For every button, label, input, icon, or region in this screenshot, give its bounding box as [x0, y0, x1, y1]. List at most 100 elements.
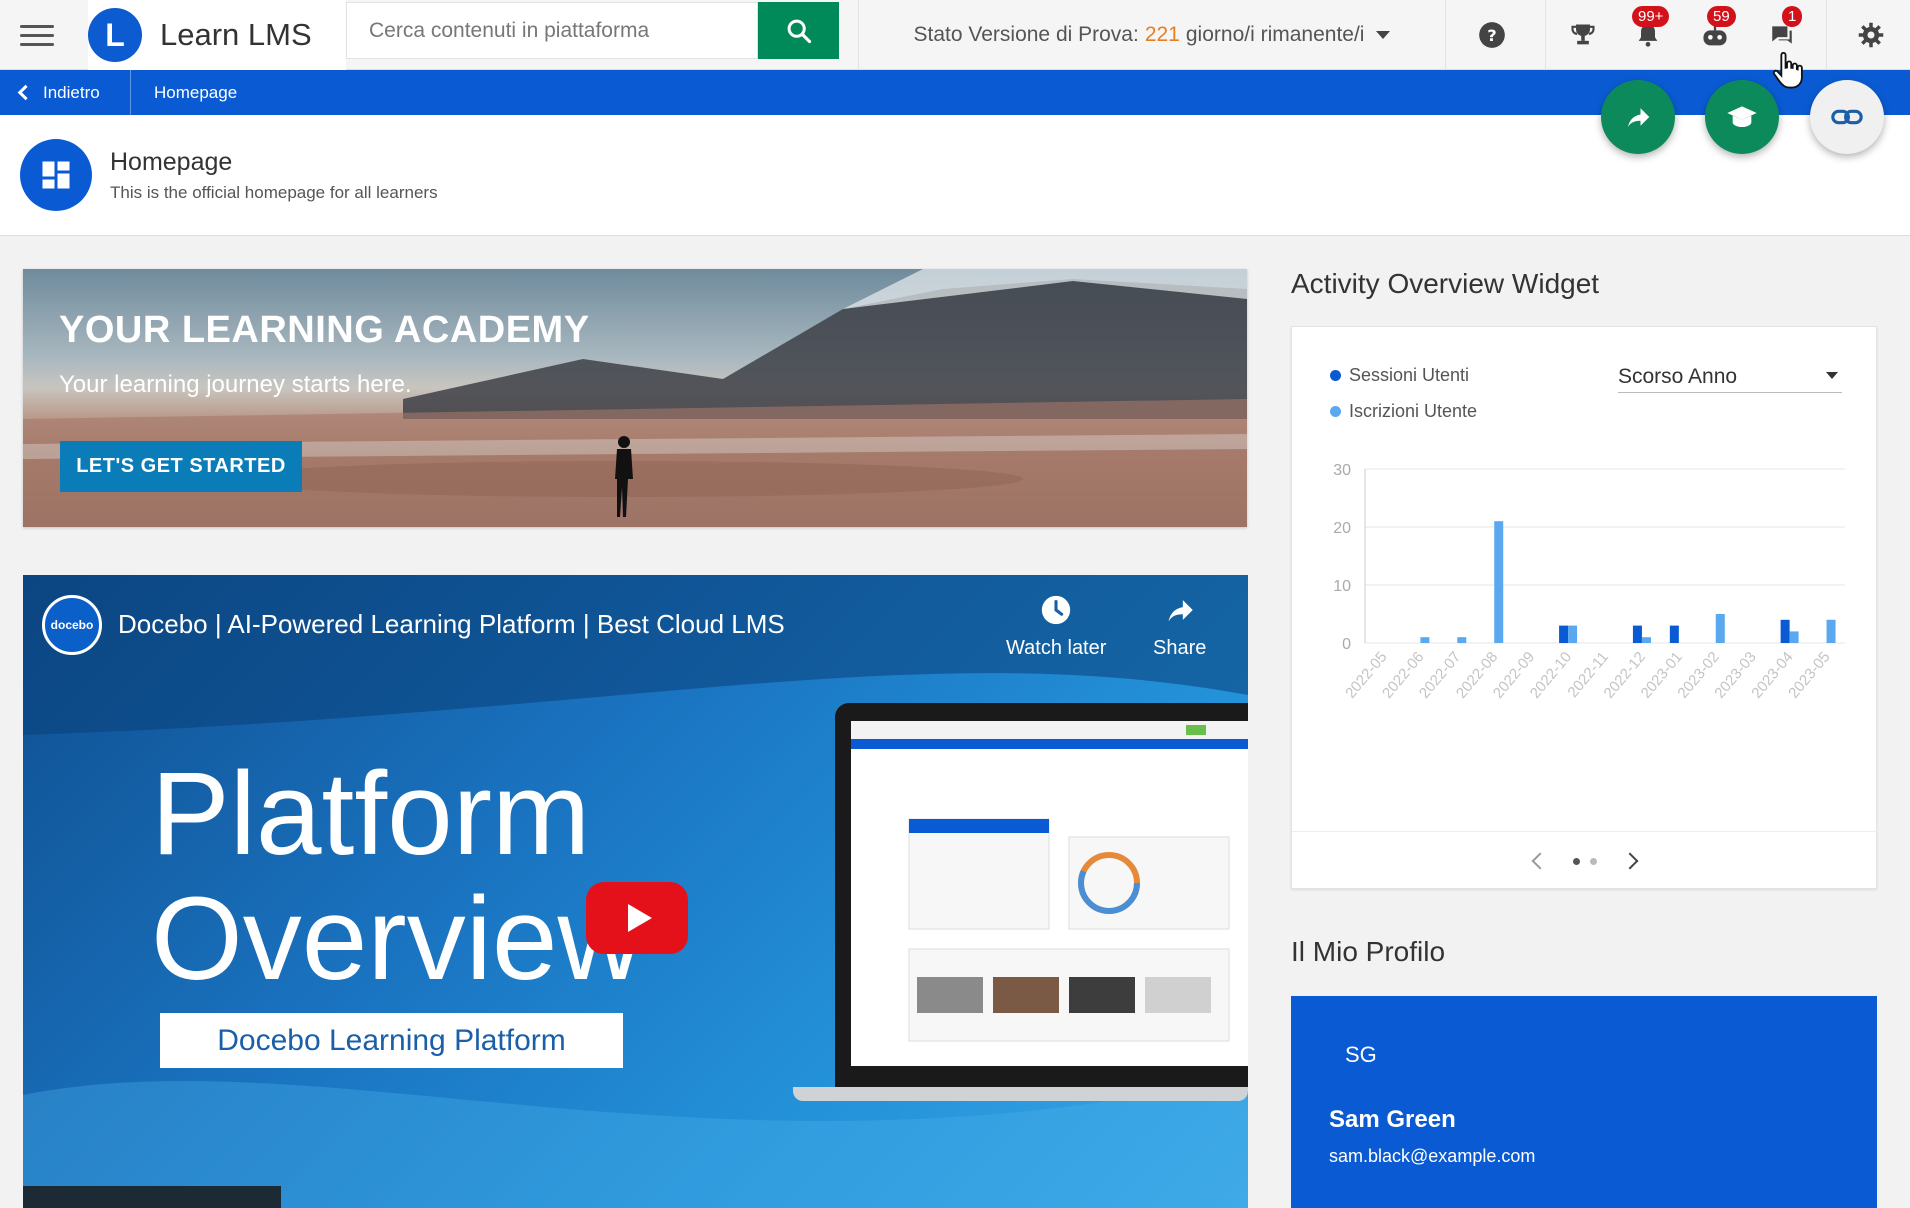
dashboard-preview-image: [851, 721, 1248, 1042]
activity-chart: 01020302022-052022-062022-072022-082022-…: [1333, 462, 1845, 702]
play-button[interactable]: [586, 882, 688, 954]
laptop-mockup: [835, 703, 1248, 1093]
chevron-left-icon: [17, 84, 34, 101]
divider: [1545, 0, 1546, 70]
bar-enrollments: [1457, 637, 1467, 643]
watch-later-label: Watch later: [1006, 637, 1107, 659]
share-fab[interactable]: [1601, 80, 1675, 154]
y-tick-label: 10: [1333, 578, 1351, 595]
virtual-coach-button[interactable]: 59: [1685, 0, 1745, 70]
video-controls-bar[interactable]: [23, 1186, 281, 1208]
achievements-button[interactable]: [1553, 0, 1613, 70]
bot-badge: 59: [1707, 6, 1736, 27]
search-button[interactable]: [758, 2, 839, 59]
period-select[interactable]: Scorso Anno: [1618, 361, 1842, 393]
bar-enrollments: [1715, 614, 1725, 643]
trial-suffix: giorno/i rimanente/i: [1185, 23, 1365, 46]
svg-text:?: ?: [1487, 26, 1496, 45]
laptop-base: [793, 1087, 1248, 1101]
settings-button[interactable]: [1841, 0, 1901, 70]
notifications-button[interactable]: 99+: [1618, 0, 1678, 70]
bar-enrollments: [1789, 631, 1799, 643]
chevron-left-icon[interactable]: [1531, 852, 1549, 869]
gear-icon: [1858, 22, 1884, 48]
graduation-cap-icon: [1727, 106, 1757, 127]
legend-sessions-label: Sessioni Utenti: [1349, 365, 1470, 385]
trial-status-dropdown[interactable]: Stato Versione di Prova: 221 giorno/i ri…: [858, 0, 1446, 70]
trial-label: Stato Versione di Prova:: [913, 23, 1139, 46]
page-title: Homepage: [110, 148, 233, 176]
profile-section-title: Il Mio Profilo: [1291, 936, 1446, 967]
pager-dot-active[interactable]: [1572, 857, 1580, 865]
back-button[interactable]: Indietro: [0, 70, 131, 115]
y-tick-label: 0: [1342, 636, 1351, 653]
share-label: Share: [1153, 637, 1207, 659]
notifications-badge: 99+: [1632, 6, 1670, 27]
clock-icon: [1042, 595, 1071, 625]
copy-link-fab[interactable]: [1810, 80, 1884, 154]
video-heading-line1: Platform: [151, 748, 591, 880]
video-heading-line2: Overview: [151, 873, 643, 1005]
pager-dot[interactable]: [1590, 857, 1598, 865]
search-field: [346, 2, 758, 59]
bar-sessions: [1780, 619, 1790, 643]
bar-enrollments: [1420, 637, 1430, 643]
help-icon: ?: [1479, 22, 1505, 48]
bar-sessions: [1632, 625, 1642, 643]
bar-enrollments: [1494, 521, 1504, 643]
brand[interactable]: L Learn LMS: [88, 0, 346, 70]
trophy-icon: [1571, 24, 1595, 45]
bar-enrollments: [1826, 619, 1836, 643]
period-select-value: Scorso Anno: [1618, 364, 1738, 388]
watch-later-button[interactable]: Watch later: [1006, 593, 1106, 660]
chevron-right-icon[interactable]: [1621, 852, 1639, 869]
y-tick-label: 20: [1333, 520, 1351, 537]
messages-badge: 1: [1782, 6, 1803, 27]
widget-pager: [1292, 831, 1878, 889]
legend-enrollments-label: Iscrizioni Utente: [1349, 401, 1478, 421]
divider: [1826, 0, 1827, 70]
legend-dot-sessions: [1330, 370, 1341, 381]
page-subtitle: This is the official homepage for all le…: [110, 183, 438, 202]
avatar: SG: [1345, 1042, 1377, 1067]
share-icon: [1168, 600, 1193, 622]
bar-sessions: [1669, 625, 1679, 643]
profile-name: Sam Green: [1329, 1106, 1456, 1133]
search-icon: [787, 19, 811, 43]
menu-icon[interactable]: [20, 18, 54, 52]
y-tick-label: 30: [1333, 462, 1351, 479]
bar-enrollments: [1568, 625, 1578, 643]
caret-down-icon: [1376, 31, 1391, 39]
activity-widget-title: Activity Overview Widget: [1291, 268, 1600, 299]
bar-enrollments: [1641, 637, 1651, 643]
back-label: Indietro: [43, 82, 100, 102]
courses-fab[interactable]: [1705, 80, 1779, 154]
get-started-button[interactable]: LET'S GET STARTED: [60, 441, 302, 492]
caret-down-icon: [1826, 372, 1838, 379]
trial-days: 221: [1144, 23, 1180, 46]
pager-dots: [1570, 852, 1600, 870]
activity-widget: Sessioni Utenti Iscrizioni Utente Scorso…: [1291, 326, 1878, 889]
bar-sessions: [1559, 625, 1569, 643]
hero-banner: YOUR LEARNING ACADEMY Your learning jour…: [23, 269, 1247, 527]
brand-name: Learn LMS: [160, 17, 312, 52]
hero-title: YOUR LEARNING ACADEMY: [59, 309, 590, 351]
brand-logo: L: [88, 8, 142, 62]
legend-sessions[interactable]: Sessioni Utenti: [1330, 365, 1469, 386]
legend-enrollments[interactable]: Iscrizioni Utente: [1330, 401, 1477, 422]
legend-dot-enrollments: [1330, 406, 1341, 417]
help-button[interactable]: ?: [1462, 0, 1522, 70]
video-title[interactable]: Docebo | AI-Powered Learning Platform | …: [118, 609, 785, 640]
hand-cursor-icon: [1772, 52, 1803, 89]
profile-card[interactable]: SG Sam Green sam.black@example.com: [1291, 996, 1877, 1208]
share-video-button[interactable]: Share: [1153, 593, 1206, 660]
laptop-screen: [851, 721, 1248, 1066]
dashboard-icon: [20, 139, 92, 211]
channel-avatar[interactable]: docebo: [42, 595, 102, 655]
profile-email: sam.black@example.com: [1329, 1146, 1536, 1166]
video-subtitle-box: Docebo Learning Platform: [160, 1013, 623, 1068]
search-input[interactable]: [347, 3, 757, 58]
video-player[interactable]: docebo Docebo | AI-Powered Learning Plat…: [23, 575, 1248, 1208]
hero-subtitle: Your learning journey starts here.: [59, 371, 412, 398]
share-arrow-icon: [1628, 108, 1650, 127]
